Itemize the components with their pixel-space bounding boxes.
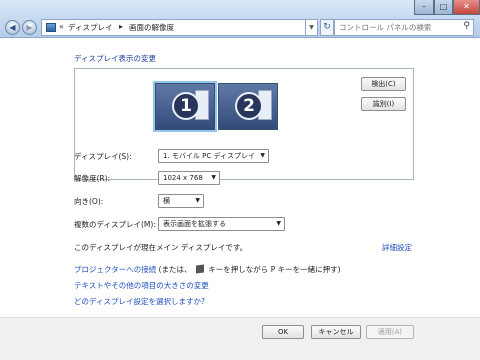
address-dropdown-icon[interactable]: ▼ — [306, 19, 318, 36]
detect-button[interactable]: 検出(C) — [361, 77, 406, 91]
main-content: ディスプレイ表示の変更 1 2 検出(C) 識別(I) ディスプレイ(S): 1… — [0, 38, 480, 317]
refresh-icon[interactable]: ↻ — [320, 19, 334, 36]
multiple-displays-select-value: 表示画面を拡張する — [163, 220, 226, 228]
monitor-2[interactable]: 2 — [218, 83, 278, 130]
apply-button[interactable]: 適用(A) — [366, 325, 414, 339]
close-button[interactable]: ✕ — [453, 0, 480, 15]
minimize-button[interactable]: – — [414, 0, 434, 15]
page-title: ディスプレイ表示の変更 — [74, 54, 156, 63]
identify-button[interactable]: 識別(I) — [361, 97, 406, 111]
breadcrumb-resolution[interactable]: 画面の解像度 — [129, 22, 174, 33]
chevron-down-icon: ▼ — [260, 152, 265, 159]
monitor-number: 1 — [172, 92, 200, 120]
breadcrumb-display[interactable]: ディスプレイ — [68, 22, 112, 33]
resolution-select-value: 1024 x 768 — [163, 174, 203, 182]
chevron-down-icon: ▼ — [276, 220, 281, 227]
display-select-value: 1. モバイル PC ディスプレイ — [163, 152, 255, 160]
monitor-number: 2 — [235, 92, 263, 120]
maximize-button[interactable]: □ — [434, 0, 453, 15]
address-bar[interactable]: « ディスプレイ ▸ 画面の解像度 — [41, 19, 306, 36]
search-box[interactable]: ⚲ — [334, 19, 474, 36]
projector-note-pre: (または、 — [158, 265, 192, 274]
projector-row: プロジェクターへの接続 (または、 キーを押しながら P キーを一緒に押す) — [74, 264, 341, 275]
display-label: ディスプレイ(S): — [74, 152, 132, 161]
forward-arrow-icon[interactable]: ▶ — [22, 20, 37, 35]
breadcrumb-separator[interactable]: ▸ — [119, 22, 123, 31]
ok-button[interactable]: OK — [262, 325, 304, 339]
cancel-button[interactable]: キャンセル — [311, 325, 361, 339]
monitor-1[interactable]: 1 — [155, 83, 215, 130]
orientation-label: 向き(O): — [74, 197, 104, 206]
button-bar: OK キャンセル 適用(A) — [0, 317, 480, 360]
orientation-select[interactable]: 横 ▼ — [158, 194, 204, 208]
projector-link[interactable]: プロジェクターへの接続 — [74, 265, 156, 274]
advanced-settings-link[interactable]: 詳細設定 — [382, 242, 412, 253]
chevron-down-icon: ▼ — [195, 197, 200, 204]
search-input[interactable] — [335, 20, 457, 35]
back-arrow-icon[interactable]: ◀ — [5, 20, 20, 35]
which-settings-link[interactable]: どのディスプレイ設定を選択しますか? — [74, 296, 205, 307]
multiple-displays-label: 複数のディスプレイ(M): — [74, 220, 156, 229]
orientation-select-value: 横 — [163, 197, 170, 205]
search-icon[interactable]: ⚲ — [463, 21, 470, 31]
resolution-select[interactable]: 1024 x 768 ▼ — [158, 171, 220, 185]
main-display-text: このディスプレイが現在メイン ディスプレイです。 — [74, 243, 248, 252]
breadcrumb-overflow[interactable]: « — [59, 22, 64, 31]
control-panel-icon — [46, 23, 56, 32]
title-bar: – □ ✕ ◀ ▶ « ディスプレイ ▸ 画面の解像度 ▼ ↻ ⚲ — [0, 0, 480, 38]
text-size-link[interactable]: テキストやその他の項目の大きさの変更 — [74, 280, 209, 291]
projector-note-post: キーを押しながら P キーを一緒に押す) — [208, 265, 341, 274]
display-select[interactable]: 1. モバイル PC ディスプレイ ▼ — [158, 149, 269, 163]
multiple-displays-select[interactable]: 表示画面を拡張する ▼ — [158, 217, 285, 231]
display-preview: 1 2 検出(C) 識別(I) — [74, 68, 414, 180]
windows-key-icon — [195, 264, 204, 274]
chevron-down-icon: ▼ — [211, 174, 216, 181]
resolution-label: 解像度(R): — [74, 174, 111, 183]
